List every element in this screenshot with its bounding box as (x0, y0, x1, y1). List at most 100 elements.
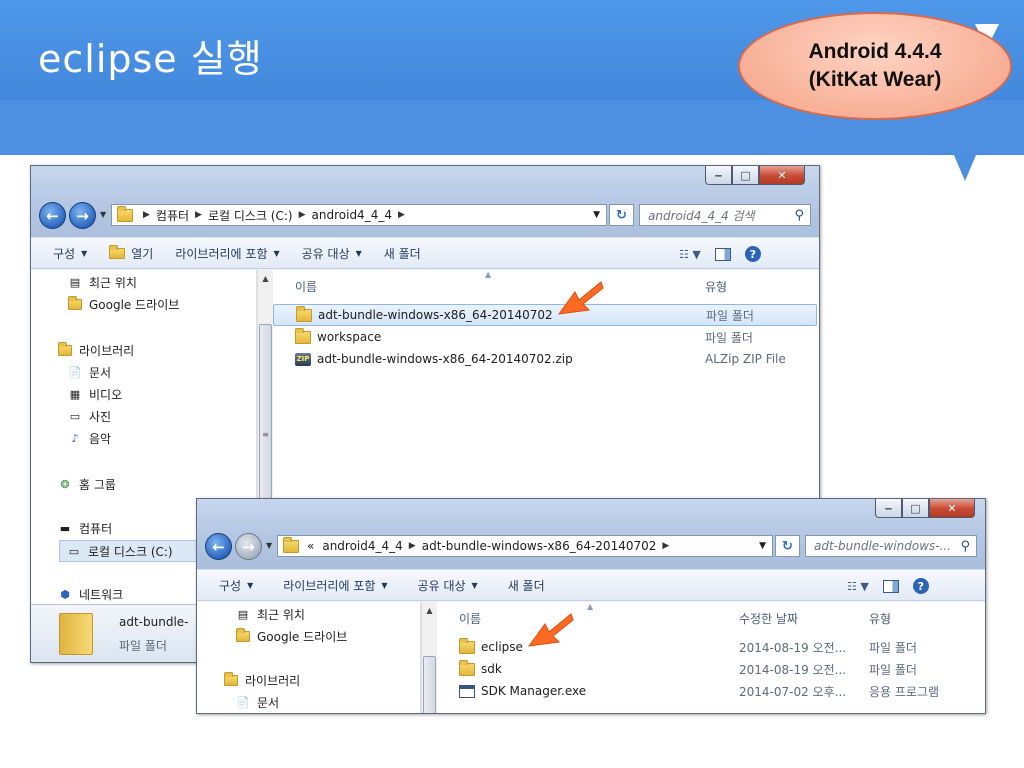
breadcrumb-overflow[interactable]: « (307, 539, 314, 553)
address-bar[interactable]: ▶ 컴퓨터 ▶ 로컬 디스크 (C:) ▶ android4_4_4 ▶ ▼ (111, 204, 607, 226)
organize-button[interactable]: 구성 ▼ (219, 577, 253, 594)
open-button[interactable]: 열기 (109, 244, 153, 262)
refresh-button[interactable]: ↻ (775, 535, 800, 557)
nav-documents[interactable]: 📄 문서 (235, 694, 279, 711)
maximize-button[interactable]: □ (902, 499, 929, 518)
address-dropdown-icon[interactable]: ▼ (593, 210, 600, 220)
column-header-name[interactable]: 이름 (459, 610, 481, 627)
navigation-scrollbar[interactable]: ▲ (421, 602, 437, 713)
nav-pictures[interactable]: ▭ 사진 (67, 408, 111, 425)
address-bar[interactable]: « android4_4_4 ▶ adt-bundle-windows-x86_… (277, 535, 773, 557)
share-button[interactable]: 공유 대상 ▼ (418, 577, 478, 594)
file-row[interactable]: ZIP adt-bundle-windows-x86_64-20140702.z… (273, 348, 817, 370)
sort-caret-icon: ▲ (485, 270, 492, 279)
breadcrumb-computer[interactable]: 컴퓨터 (156, 207, 189, 224)
documents-icon: 📄 (236, 696, 250, 709)
callout-line2: (KitKat Wear) (808, 68, 942, 91)
breadcrumb-local-disk[interactable]: 로컬 디스크 (C:) (208, 207, 293, 224)
help-icon[interactable]: ? (744, 246, 761, 262)
recent-pages-dropdown-icon[interactable]: ▼ (100, 210, 106, 219)
minimize-button[interactable]: ‒ (875, 499, 902, 518)
nav-computer[interactable]: ▬ 컴퓨터 (57, 520, 112, 537)
search-icon[interactable]: ⚲ (960, 539, 970, 554)
scrollbar-thumb[interactable] (423, 656, 436, 713)
forward-button[interactable]: → (235, 533, 262, 560)
search-input[interactable]: android4_4_4 검색 ⚲ (639, 204, 811, 226)
file-row[interactable]: workspace 파일 폴더 (273, 326, 817, 348)
folder-icon (283, 536, 299, 553)
nav-network[interactable]: ⬢ 네트워크 (57, 586, 123, 603)
navigation-pane: ▤ 최근 위치 Google 드라이브 라이브러리 📄 문서 (197, 602, 421, 713)
refresh-button[interactable]: ↻ (609, 204, 634, 226)
folder-icon (117, 205, 133, 222)
scroll-grip-icon: ≡ (262, 430, 269, 439)
recent-places-icon: ▤ (237, 608, 249, 621)
forward-button[interactable]: → (69, 202, 96, 229)
share-button[interactable]: 공유 대상 ▼ (302, 245, 362, 262)
search-icon[interactable]: ⚲ (794, 208, 804, 223)
nav-recent[interactable]: ▤ 최근 위치 (235, 606, 305, 623)
include-library-button[interactable]: 라이브러리에 포함 ▼ (175, 245, 279, 262)
minimize-button[interactable]: ‒ (705, 166, 732, 185)
include-library-button[interactable]: 라이브러리에 포함 ▼ (283, 577, 387, 594)
nav-videos[interactable]: ▦ 비디오 (67, 386, 122, 403)
new-folder-button[interactable]: 새 폴더 (384, 245, 421, 262)
network-icon: ⬢ (60, 588, 70, 601)
column-header-modified[interactable]: 수정한 날짜 (739, 610, 798, 627)
nav-libraries[interactable]: 라이브러리 (57, 342, 134, 359)
pointer-arrow-icon (557, 281, 604, 315)
documents-icon: 📄 (68, 366, 82, 379)
organize-button[interactable]: 구성 ▼ (53, 245, 87, 262)
help-icon[interactable]: ? (912, 578, 929, 594)
nav-google-drive[interactable]: Google 드라이브 (67, 296, 179, 313)
column-header-type[interactable]: 유형 (705, 278, 727, 295)
nav-google-drive[interactable]: Google 드라이브 (235, 628, 347, 645)
command-bar: 구성 ▼ 라이브러리에 포함 ▼ 공유 대상 ▼ 새 폴더 ☷ ▼ ? (197, 569, 985, 601)
breadcrumb-android4-4-4[interactable]: android4_4_4 (322, 539, 402, 553)
file-row[interactable]: SDK Manager.exe 2014-07-02 오후... 응용 프로그램 (437, 680, 985, 702)
folder-icon (296, 305, 312, 322)
version-callout: Android 4.4.4 (KitKat Wear) (738, 12, 1012, 120)
view-options-icon[interactable]: ☷ ▼ (679, 248, 701, 261)
view-options-icon[interactable]: ☷ ▼ (847, 580, 869, 593)
column-header-name[interactable]: 이름 (295, 278, 317, 295)
file-row[interactable]: adt-bundle-windows-x86_64-20140702 파일 폴더 (273, 304, 817, 326)
file-type: ALZip ZIP File (705, 352, 786, 366)
breadcrumb-android4-4-4[interactable]: android4_4_4 (312, 208, 392, 222)
maximize-button[interactable]: □ (732, 166, 759, 185)
breadcrumb-chevron-icon: ▶ (662, 541, 670, 551)
back-button[interactable]: ← (205, 533, 232, 560)
search-input[interactable]: adt-bundle-windows-... ⚲ (805, 535, 977, 557)
column-header-type[interactable]: 유형 (869, 610, 891, 627)
file-name: sdk (481, 662, 502, 676)
nav-homegroup[interactable]: ❂ 홈 그룹 (57, 476, 116, 493)
nav-libraries[interactable]: 라이브러리 (223, 672, 300, 689)
preview-pane-icon[interactable] (882, 579, 899, 593)
scroll-up-icon[interactable]: ▲ (258, 274, 273, 283)
folder-icon (295, 327, 311, 344)
file-name: SDK Manager.exe (481, 684, 587, 698)
slide-pointer-icon (954, 155, 976, 181)
close-button[interactable]: ✕ (759, 166, 805, 185)
file-type: 파일 폴더 (706, 308, 754, 323)
google-drive-icon (235, 628, 251, 644)
nav-music[interactable]: ♪ 음악 (67, 430, 111, 447)
nav-recent[interactable]: ▤ 최근 위치 (67, 274, 137, 291)
new-folder-button[interactable]: 새 폴더 (508, 577, 545, 594)
nav-documents[interactable]: 📄 문서 (67, 364, 111, 381)
file-type: 응용 프로그램 (869, 684, 940, 699)
address-dropdown-icon[interactable]: ▼ (759, 541, 766, 551)
command-bar: 구성 ▼ 열기 라이브러리에 포함 ▼ 공유 대상 ▼ 새 폴더 ☷ ▼ ? (31, 237, 819, 269)
pointer-arrow-icon (527, 613, 574, 647)
preview-pane-icon[interactable] (714, 247, 731, 261)
breadcrumb-adt-bundle[interactable]: adt-bundle-windows-x86_64-20140702 (422, 539, 657, 553)
file-row[interactable]: eclipse 2014-08-19 오전... 파일 폴더 (437, 636, 985, 658)
close-button[interactable]: ✕ (929, 499, 975, 518)
search-placeholder: android4_4_4 검색 (648, 208, 755, 223)
folder-icon (459, 637, 475, 654)
file-row[interactable]: sdk 2014-08-19 오전... 파일 폴더 (437, 658, 985, 680)
back-button[interactable]: ← (39, 202, 66, 229)
recent-pages-dropdown-icon[interactable]: ▼ (266, 541, 272, 550)
scroll-up-icon[interactable]: ▲ (422, 606, 437, 615)
open-folder-icon (109, 244, 126, 259)
